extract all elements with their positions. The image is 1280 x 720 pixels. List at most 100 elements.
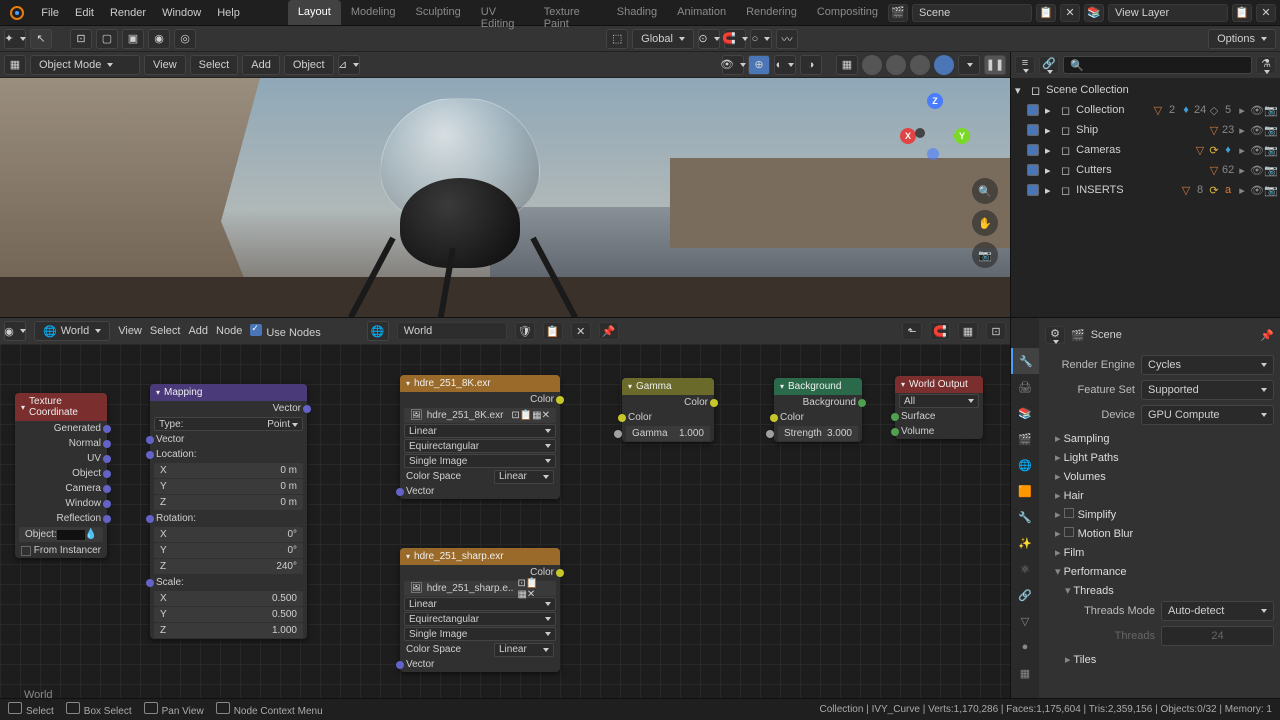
workspace-animation[interactable]: Animation bbox=[667, 0, 736, 25]
nav-gizmo[interactable]: Z X Y bbox=[900, 93, 970, 163]
section-performance[interactable]: Performance bbox=[1045, 562, 1274, 581]
menu-edit[interactable]: Edit bbox=[67, 3, 102, 23]
socket-generated[interactable]: Generated bbox=[15, 421, 107, 436]
scale-x[interactable]: X0.500 bbox=[154, 591, 303, 606]
world-unlink-icon[interactable]: ✕ bbox=[571, 322, 591, 340]
section-motion-blur[interactable]: Motion Blur bbox=[1045, 524, 1274, 543]
tab-scene-icon[interactable]: 🎬 bbox=[1011, 426, 1039, 452]
section-volumes[interactable]: Volumes bbox=[1045, 467, 1274, 486]
socket-in-vector[interactable]: Vector bbox=[150, 432, 307, 447]
section-hair[interactable]: Hair bbox=[1045, 486, 1274, 505]
node-texture-coordinate[interactable]: Texture Coordinate Generated Normal UV O… bbox=[15, 393, 107, 558]
snap-element-icon[interactable]: ▢ bbox=[96, 29, 118, 49]
editor-type-icon[interactable]: ✦ bbox=[4, 29, 26, 49]
node-env-texture-1[interactable]: hdre_251_8K.exr Color 🖼hdre_251_8K.exr⊡📋… bbox=[400, 375, 560, 499]
world-datablock-field[interactable]: World bbox=[397, 322, 507, 340]
use-nodes-checkbox[interactable]: Use Nodes bbox=[250, 324, 320, 339]
scale-y[interactable]: Y0.500 bbox=[154, 607, 303, 622]
tab-render-icon[interactable]: 🔧 bbox=[1011, 348, 1039, 374]
socket-object[interactable]: Object bbox=[15, 466, 107, 481]
workspace-shading[interactable]: Shading bbox=[607, 0, 667, 25]
editor-type-shader-icon[interactable]: ◉ bbox=[4, 321, 26, 341]
viewlayer-delete-icon[interactable]: ✕ bbox=[1256, 4, 1276, 22]
pan-hand-icon[interactable]: ✋ bbox=[972, 210, 998, 236]
cursor-tool-icon[interactable]: ↖ bbox=[30, 29, 52, 49]
proportional-falloff-icon[interactable]: ◎ bbox=[174, 29, 196, 49]
orientation-select[interactable]: Global bbox=[632, 29, 694, 49]
socket-out-color[interactable]: Color bbox=[622, 395, 714, 410]
collection-visibility-icon[interactable]: ⊿ bbox=[338, 55, 360, 75]
menu-window[interactable]: Window bbox=[154, 3, 209, 23]
socket-window[interactable]: Window bbox=[15, 496, 107, 511]
device-select[interactable]: GPU Compute bbox=[1141, 405, 1274, 425]
section-film[interactable]: Film bbox=[1045, 543, 1274, 562]
mapping-type-select[interactable]: Type:Point bbox=[154, 417, 303, 431]
scene-name-field[interactable]: Scene bbox=[912, 4, 1032, 22]
colorspace-row[interactable]: Color SpaceLinear bbox=[400, 642, 560, 657]
location-y[interactable]: Y0 m bbox=[154, 479, 303, 494]
node-node-menu[interactable]: Node bbox=[216, 325, 242, 337]
proportional-icon[interactable]: ◉ bbox=[148, 29, 170, 49]
world-new-icon[interactable]: 📋 bbox=[543, 322, 563, 340]
strength-value[interactable]: Strength3.000 bbox=[778, 426, 858, 441]
section-light-paths[interactable]: Light Paths bbox=[1045, 448, 1274, 467]
workspace-compositing[interactable]: Compositing bbox=[807, 0, 888, 25]
xray-toggle-icon[interactable]: ▦ bbox=[836, 55, 858, 75]
rotation-x[interactable]: X0° bbox=[154, 527, 303, 542]
node-gamma[interactable]: Gamma Color Color Gamma1.000 bbox=[622, 378, 714, 442]
mode-select[interactable]: Object Mode bbox=[30, 55, 140, 75]
node-select-menu[interactable]: Select bbox=[150, 325, 181, 337]
socket-volume[interactable]: Volume bbox=[895, 424, 983, 439]
outliner-scene-collection[interactable]: ▾◻ Scene Collection bbox=[1011, 80, 1280, 100]
outliner-item[interactable]: ▸◻ Cameras ▽⟳♦▸👁📷 bbox=[1011, 140, 1280, 160]
colorspace-row[interactable]: Color SpaceLinear bbox=[400, 469, 560, 484]
node-title[interactable]: Background bbox=[774, 378, 862, 395]
props-pin-icon[interactable]: 📌 bbox=[1260, 329, 1274, 342]
scene-browse-icon[interactable]: 🎬 bbox=[888, 4, 908, 22]
overlay-dropdown-icon[interactable]: ◑ bbox=[800, 55, 822, 75]
mode-select[interactable]: Single Image bbox=[404, 454, 556, 468]
scene-delete-icon[interactable]: ✕ bbox=[1060, 4, 1080, 22]
overlays-toggle-icon[interactable]: ◐ bbox=[774, 55, 796, 75]
mode-select[interactable]: Single Image bbox=[404, 627, 556, 641]
rotation-y[interactable]: Y0° bbox=[154, 543, 303, 558]
select-menu[interactable]: Select bbox=[190, 55, 239, 75]
menu-render[interactable]: Render bbox=[102, 3, 154, 23]
tab-particles-icon[interactable]: ✨ bbox=[1011, 530, 1039, 556]
world-pin-icon[interactable]: 📌 bbox=[599, 322, 619, 340]
gamma-value[interactable]: Gamma1.000 bbox=[626, 426, 710, 441]
socket-out-background[interactable]: Background bbox=[774, 395, 862, 410]
tab-data-icon[interactable]: ▽ bbox=[1011, 608, 1039, 634]
section-tiles[interactable]: Tiles bbox=[1045, 650, 1274, 669]
curve-falloff-icon[interactable]: 〰 bbox=[776, 29, 798, 49]
outliner-search[interactable]: 🔍 bbox=[1063, 56, 1252, 74]
workspace-modeling[interactable]: Modeling bbox=[341, 0, 406, 25]
editor-type-3d-icon[interactable]: ▦ bbox=[4, 55, 26, 75]
tab-constraints-icon[interactable]: 🔗 bbox=[1011, 582, 1039, 608]
image-browse[interactable]: 🖼hdre_251_sharp.e..⊡📋▦✕ bbox=[404, 581, 556, 596]
snap-toggle-icon[interactable]: ⊡ bbox=[70, 29, 92, 49]
socket-out-vector[interactable]: Vector bbox=[150, 401, 307, 416]
from-instancer-checkbox[interactable]: From Instancer bbox=[15, 543, 107, 558]
viewlayer-name-field[interactable]: View Layer bbox=[1108, 4, 1228, 22]
node-mapping[interactable]: Mapping Vector Type:Point Vector Locatio… bbox=[150, 384, 307, 639]
shading-rendered-icon[interactable] bbox=[934, 55, 954, 75]
add-menu[interactable]: Add bbox=[242, 55, 280, 75]
section-sampling[interactable]: Sampling bbox=[1045, 429, 1274, 448]
node-title[interactable]: hdre_251_sharp.exr bbox=[400, 548, 560, 565]
socket-in-vector[interactable]: Vector bbox=[400, 657, 560, 672]
workspace-rendering[interactable]: Rendering bbox=[736, 0, 807, 25]
tab-material-icon[interactable]: ● bbox=[1011, 634, 1039, 660]
node-world-output[interactable]: World Output All Surface Volume bbox=[895, 376, 983, 439]
socket-reflection[interactable]: Reflection bbox=[15, 511, 107, 526]
viewlayer-new-icon[interactable]: 📋 bbox=[1232, 4, 1252, 22]
visibility-eye-icon[interactable]: 👁 bbox=[722, 55, 744, 75]
props-options-icon[interactable]: ⚙ bbox=[1045, 326, 1065, 344]
threads-mode-select[interactable]: Auto-detect bbox=[1161, 601, 1274, 621]
shading-solid-icon[interactable] bbox=[886, 55, 906, 75]
socket-out-color[interactable]: Color bbox=[400, 392, 560, 407]
node-add-menu[interactable]: Add bbox=[188, 325, 208, 337]
socket-surface[interactable]: Surface bbox=[895, 409, 983, 424]
image-browse[interactable]: 🖼hdre_251_8K.exr⊡📋▦✕ bbox=[404, 408, 556, 423]
workspace-uv-editing[interactable]: UV Editing bbox=[471, 0, 534, 25]
